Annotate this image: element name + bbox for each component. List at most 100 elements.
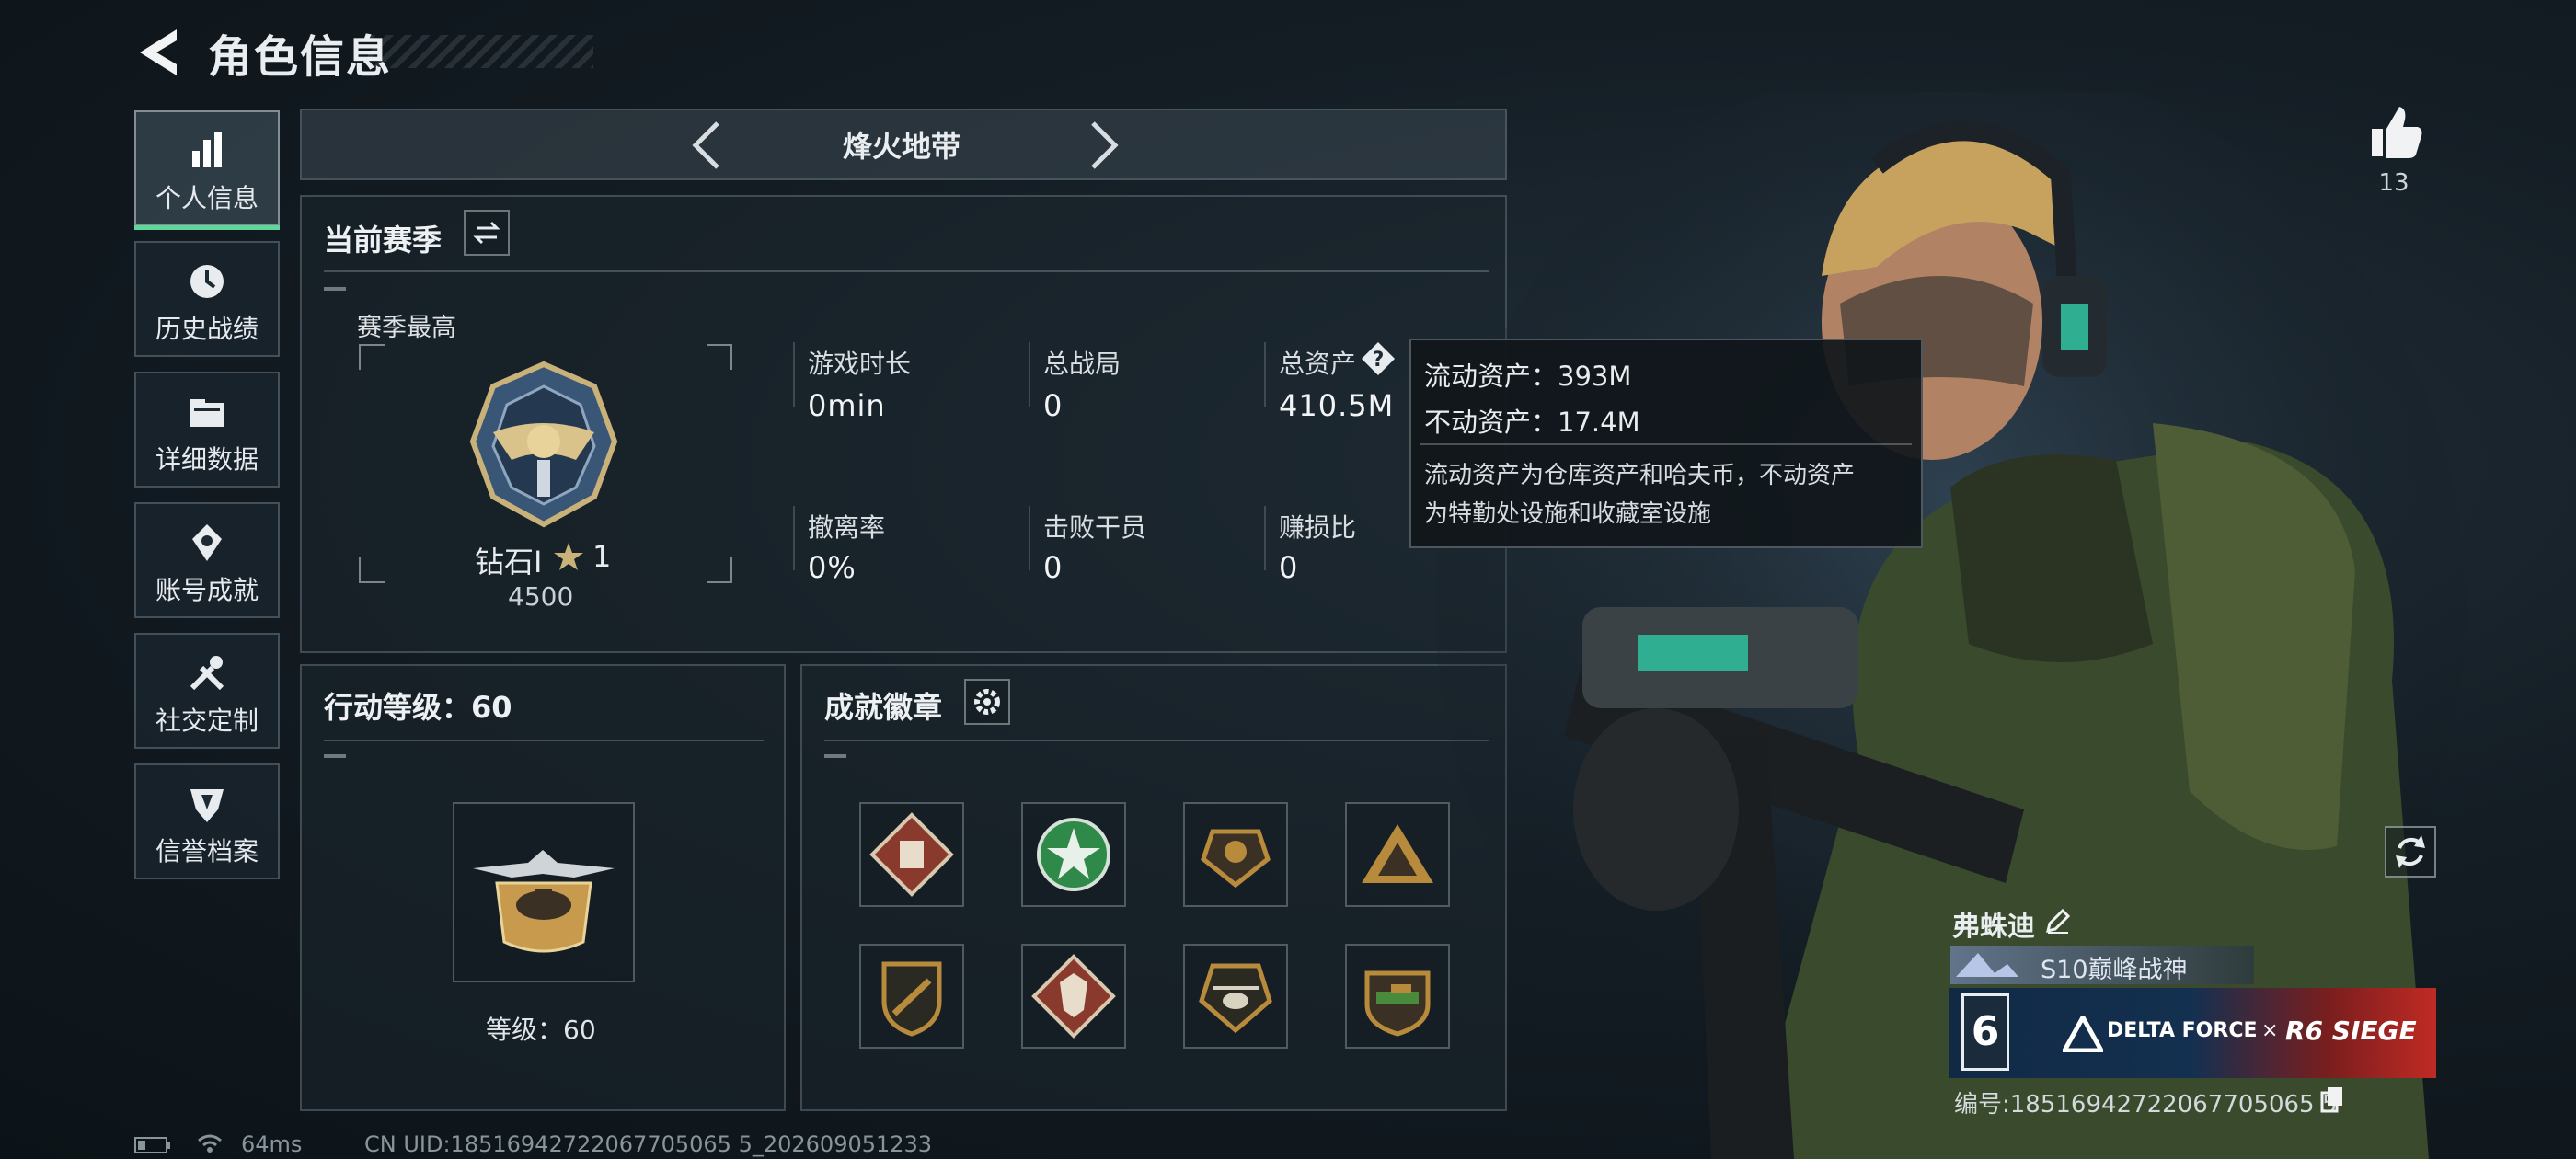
sidebar-item-social[interactable]: 社交定制: [134, 633, 280, 749]
divider: [324, 740, 764, 741]
achievement-icon: [192, 524, 222, 561]
back-arrow-icon[interactable]: [136, 28, 182, 77]
banner-x: ×: [2261, 1019, 2279, 1042]
stat-divider: [793, 342, 795, 407]
rifle-badge-icon: [881, 961, 942, 1037]
divider: [1420, 443, 1912, 445]
frame-corner: [359, 344, 385, 370]
sidebar-item-detailed-data[interactable]: 详细数据: [134, 372, 280, 488]
banner-delta-force: DELTA FORCE: [2107, 1019, 2258, 1042]
stat-divider: [1029, 342, 1030, 407]
season-title: 当前赛季: [324, 223, 443, 258]
uid-text: CN UID:18516942722067705065 5_2026090512…: [364, 1131, 933, 1157]
helicopter-badge-icon: [1199, 963, 1272, 1034]
emblem-badge-icon: [1201, 829, 1271, 889]
shield-badge-icon: [190, 789, 224, 822]
gear-icon: [974, 689, 1000, 715]
chevron-right-icon[interactable]: [1086, 118, 1122, 173]
thumbs-up-icon[interactable]: [2364, 101, 2425, 162]
collab-banner: 6 DELTA FORCE × R6 SIEGE: [1949, 988, 2436, 1078]
badge-settings-button[interactable]: [964, 679, 1010, 725]
helicopter-emblem-icon: [473, 850, 615, 953]
title-badge-text: S10巅峰战神: [2041, 956, 2188, 984]
bar-chart-icon: [192, 132, 222, 167]
tools-icon: [190, 656, 224, 691]
tooltip-description: 为特勤处设施和收藏室设施: [1424, 500, 1712, 528]
divider-accent: [824, 754, 846, 758]
r6-logo: 6: [1961, 993, 2009, 1071]
stat-label: 总战局: [1043, 349, 1121, 379]
divider: [324, 270, 1489, 272]
stat-divider: [1264, 342, 1266, 407]
tooltip-description: 流动资产为仓库资产和哈夫币，不动资产: [1424, 462, 1856, 489]
tooltip-liquid-assets: 流动资产：393M: [1424, 361, 1632, 392]
swap-icon: [473, 221, 500, 245]
rank-points: 4500: [508, 581, 574, 612]
tooltip-fixed-assets: 不动资产：17.4M: [1424, 407, 1640, 438]
refresh-icon: [2396, 835, 2425, 868]
level-emblem-frame: [453, 802, 635, 982]
star-badge-icon: [1037, 818, 1110, 891]
stat-value: 0%: [808, 550, 857, 585]
action-level-title: 行动等级：60: [324, 690, 512, 725]
stat-label: 击败干员: [1043, 512, 1147, 543]
stat-divider: [1264, 506, 1266, 570]
player-name: 弗蛛迪: [1952, 911, 2035, 943]
achievement-badge[interactable]: [859, 802, 964, 907]
stat-divider: [793, 506, 795, 570]
stat-value: 0min: [808, 388, 886, 423]
wolf-badge-icon: [1031, 954, 1116, 1039]
sidebar-item-personal-info[interactable]: 个人信息: [134, 110, 280, 230]
stat-value: 0: [1043, 550, 1064, 585]
fist-badge-icon: [869, 812, 954, 897]
level-text: 等级：60: [486, 1015, 596, 1045]
badges-title: 成就徽章: [824, 690, 943, 725]
achievement-badge[interactable]: [859, 944, 964, 1049]
sidebar-item-history[interactable]: 历史战绩: [134, 241, 280, 357]
sidebar-item-reputation[interactable]: 信誉档案: [134, 763, 280, 879]
sidebar-item-achievements[interactable]: 账号成就: [134, 502, 280, 618]
star-icon: [554, 543, 583, 570]
sidebar-item-label: 详细数据: [155, 444, 259, 475]
like-count: 13: [2378, 169, 2409, 197]
stat-value: 0: [1279, 550, 1299, 585]
divider-accent: [324, 754, 346, 758]
sidebar-item-label: 社交定制: [155, 706, 259, 736]
copy-icon[interactable]: [2320, 1085, 2344, 1113]
title-decoration: [368, 35, 593, 68]
banner-r6-siege: R6 SIEGE: [2285, 1016, 2417, 1046]
sidebar-item-label: 信誉档案: [155, 836, 259, 866]
sidebar-item-label: 账号成就: [155, 575, 259, 605]
divider-accent: [324, 287, 346, 291]
pencil-icon[interactable]: [2044, 907, 2072, 935]
history-clock-icon: [190, 265, 224, 298]
battery-icon: [134, 1137, 170, 1153]
switch-season-button[interactable]: [464, 210, 510, 256]
stat-label: 撤离率: [808, 512, 886, 543]
achievement-badge[interactable]: [1183, 944, 1288, 1049]
delta-force-logo-icon: [2063, 1016, 2103, 1052]
chevron-left-icon[interactable]: [688, 118, 725, 173]
achievement-badge[interactable]: [1021, 802, 1126, 907]
frame-corner: [707, 557, 732, 583]
stat-label: 赚损比: [1279, 512, 1357, 543]
page-title: 角色信息: [208, 31, 393, 83]
achievement-badge[interactable]: [1021, 944, 1126, 1049]
mode-label: 烽火地带: [842, 129, 960, 164]
frame-corner: [359, 557, 385, 583]
stat-value: 0: [1043, 388, 1064, 423]
stat-label: 总资产: [1279, 349, 1357, 379]
achievement-badge[interactable]: [1183, 802, 1288, 907]
diamond-rank-emblem-icon: [469, 361, 618, 528]
folder-icon: [190, 399, 224, 427]
frame-corner: [707, 344, 732, 370]
assets-tooltip: 流动资产：393M 不动资产：17.4M 流动资产为仓库资产和哈夫币，不动资产 …: [1409, 339, 1923, 548]
rank-stars: 1: [592, 539, 612, 574]
stat-divider: [1029, 506, 1030, 570]
wifi-icon: [198, 1134, 222, 1153]
sidebar-item-label: 个人信息: [155, 183, 259, 213]
stat-label: 游戏时长: [808, 349, 912, 379]
refresh-button[interactable]: [2385, 826, 2436, 878]
ping-text: 64ms: [241, 1131, 303, 1157]
rank-name: 钻石I: [475, 545, 543, 580]
